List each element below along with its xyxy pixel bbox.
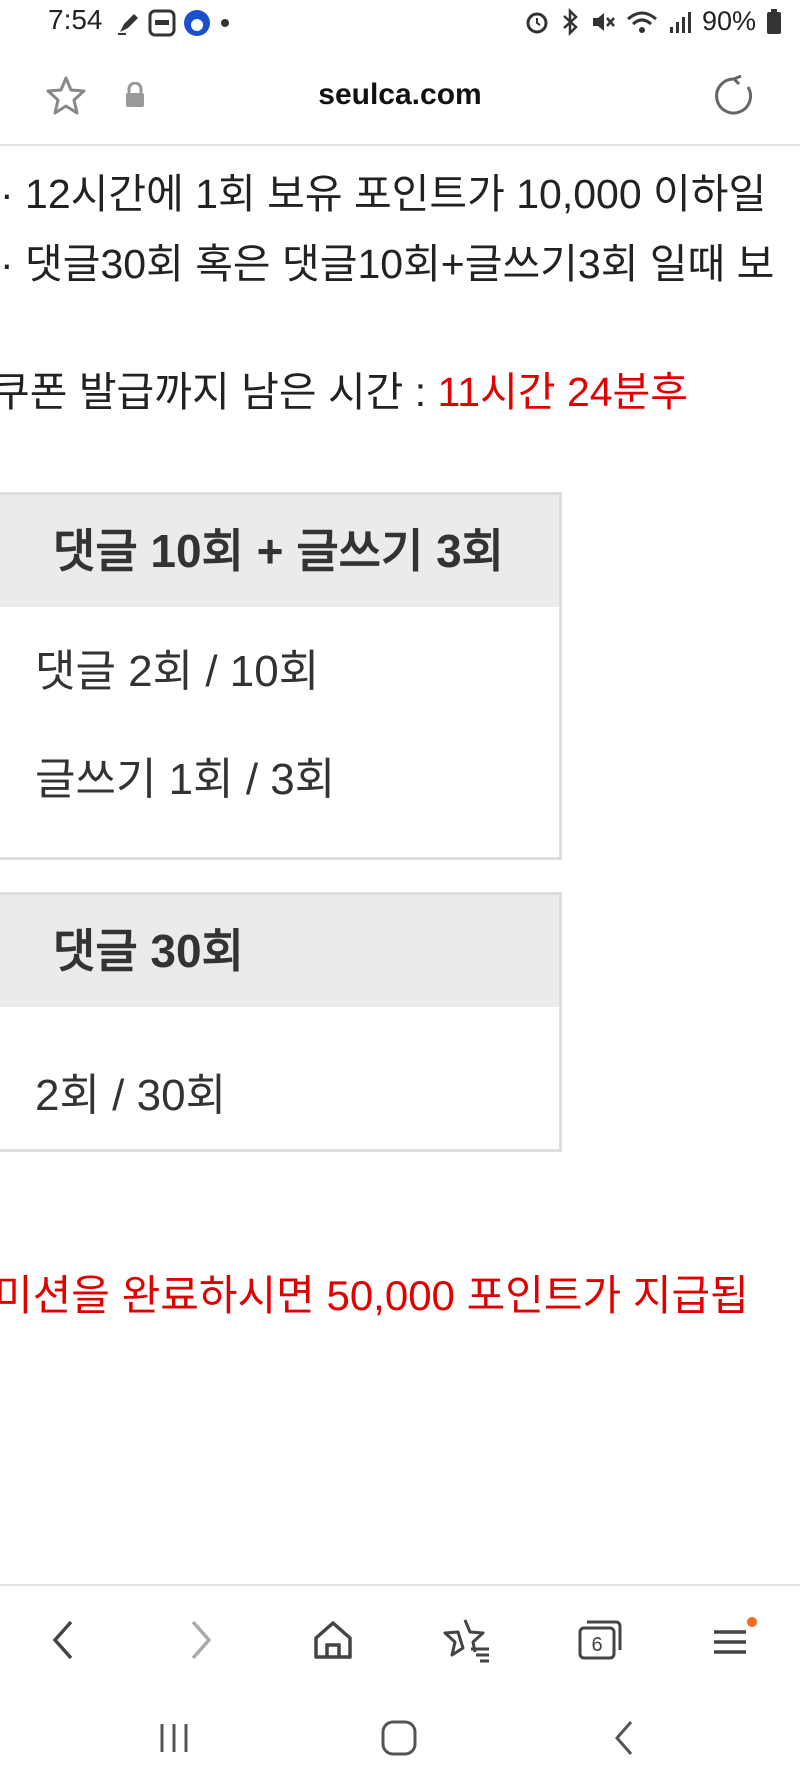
browser-bottom-toolbar: 6	[0, 1584, 800, 1690]
mission-comments-progress: 댓글 2회 / 10회	[35, 647, 320, 696]
pen-icon	[116, 10, 142, 36]
mission-box-comments: 댓글 30회 2회 / 30회	[0, 892, 562, 1152]
status-time: 7:54	[48, 4, 103, 35]
menu-button[interactable]	[704, 1612, 764, 1668]
reload-icon[interactable]	[712, 74, 756, 123]
battery-percentage: 90%	[701, 6, 756, 36]
coupon-countdown: 쿠폰 발급까지 남은 시간 : 11시간 24분후	[0, 358, 688, 418]
mission-comments-progress: 2회 / 30회	[35, 1071, 227, 1120]
bluetooth-icon	[560, 7, 580, 36]
signal-icon	[668, 9, 692, 35]
tabs-count: 6	[591, 1634, 602, 1656]
address-bar: seulca.com	[0, 48, 800, 146]
menu-notification-dot	[747, 1617, 757, 1627]
mute-icon	[590, 9, 616, 35]
system-navigation-bar	[0, 1688, 800, 1784]
home-circle-icon[interactable]	[369, 1714, 429, 1762]
app-badge-icon	[148, 9, 176, 37]
countdown-label: 쿠폰 발급까지 남은 시간 :	[0, 369, 438, 415]
home-button[interactable]	[303, 1612, 363, 1668]
countdown-value: 11시간 24분후	[437, 369, 688, 415]
wifi-icon	[626, 9, 658, 35]
battery-icon	[766, 8, 782, 36]
system-back-icon[interactable]	[594, 1714, 654, 1762]
status-left-icons	[116, 8, 232, 38]
mission-box-comments-posts: 댓글 10회 + 글쓰기 3회 댓글 2회 / 10회 글쓰기 1회 / 3회	[0, 492, 562, 860]
mission-box-title: 댓글 30회	[0, 895, 559, 1007]
rule-line-2: · 댓글30회 혹은 댓글10회+글쓰기3회 일때 보	[0, 241, 775, 287]
rule-line-1: · 12시간에 1회 보유 포인트가 10,000 이하일	[0, 171, 767, 217]
page-content: · 12시간에 1회 보유 포인트가 10,000 이하일 · 댓글30회 혹은…	[0, 146, 800, 1586]
mission-box-title: 댓글 10회 + 글쓰기 3회	[0, 495, 559, 607]
status-right-icons: 90%	[524, 6, 782, 37]
forward-button[interactable]	[170, 1612, 230, 1668]
tabs-button[interactable]: 6	[570, 1612, 630, 1668]
recent-apps-icon[interactable]	[144, 1714, 204, 1762]
mission-posts-progress: 글쓰기 1회 / 3회	[35, 755, 336, 804]
bookmarks-button[interactable]	[437, 1612, 497, 1668]
dot-icon	[218, 16, 232, 30]
back-button[interactable]	[34, 1612, 94, 1668]
url-field[interactable]: seulca.com	[0, 78, 800, 112]
reward-notice: 미션을 완료하시면 50,000 포인트가 지급됩	[0, 1272, 749, 1319]
alarm-icon	[524, 9, 550, 35]
status-bar: 7:54 90%	[0, 0, 800, 48]
super-sol-icon	[182, 8, 212, 38]
